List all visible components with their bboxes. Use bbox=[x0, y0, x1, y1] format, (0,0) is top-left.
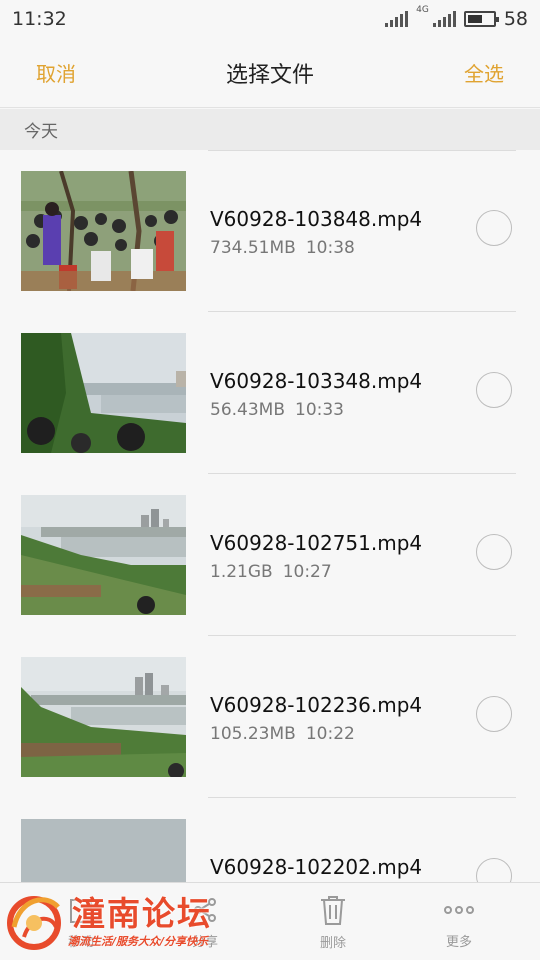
file-item[interactable]: V60928-103848.mp4 734.51MB 10:38 bbox=[0, 150, 540, 312]
file-name: V60928-102202.mp4 bbox=[210, 855, 423, 879]
page-title: 选择文件 bbox=[225, 62, 315, 88]
file-size: 56.43MB bbox=[210, 400, 285, 420]
cell-signal-icon bbox=[432, 11, 456, 27]
share-label: 分享 bbox=[191, 934, 218, 950]
battery-level bbox=[467, 15, 482, 23]
file-time: 10:38 bbox=[305, 238, 355, 258]
file-item[interactable]: V60928-102751.mp4 1.21GB 10:27 bbox=[0, 474, 540, 636]
share-icon bbox=[194, 897, 216, 922]
file-meta: 1.21GB 10:27 bbox=[210, 562, 332, 582]
bottom-toolbar: 移动 分享 删除 更多 bbox=[0, 882, 540, 960]
battery-percent: 58 bbox=[503, 8, 528, 30]
file-name: V60928-102236.mp4 bbox=[210, 693, 423, 717]
file-meta: 56.43MB 10:33 bbox=[210, 400, 344, 420]
move-label: 移动 bbox=[67, 934, 94, 950]
file-name: V60928-102751.mp4 bbox=[210, 531, 423, 555]
trash-icon bbox=[321, 895, 345, 925]
file-size: 734.51MB bbox=[210, 238, 296, 258]
section-header-today: 今天 bbox=[0, 109, 540, 150]
share-button[interactable]: 分享 bbox=[150, 883, 260, 960]
select-all-button[interactable]: 全选 bbox=[464, 58, 504, 87]
file-item[interactable]: V60928-102236.mp4 105.23MB 10:22 bbox=[0, 636, 540, 798]
cancel-button[interactable]: 取消 bbox=[36, 58, 76, 87]
more-label: 更多 bbox=[445, 934, 472, 950]
file-name: V60928-103348.mp4 bbox=[210, 369, 423, 393]
video-thumbnail bbox=[21, 171, 186, 291]
more-button[interactable]: 更多 bbox=[404, 883, 514, 960]
video-thumbnail bbox=[21, 495, 186, 615]
select-radio[interactable] bbox=[476, 372, 512, 408]
move-icon bbox=[70, 898, 92, 923]
select-radio[interactable] bbox=[476, 534, 512, 570]
video-thumbnail bbox=[21, 657, 186, 777]
select-radio[interactable] bbox=[476, 696, 512, 732]
video-thumbnail bbox=[21, 333, 186, 453]
status-indicators: 4G 58 bbox=[385, 5, 528, 30]
delete-button[interactable]: 删除 bbox=[278, 883, 388, 960]
battery-icon bbox=[463, 11, 499, 27]
network-type: 4G bbox=[416, 5, 429, 15]
file-time: 10:27 bbox=[282, 562, 332, 582]
status-time: 11:32 bbox=[12, 8, 67, 30]
file-meta: 734.51MB 10:38 bbox=[210, 238, 355, 258]
file-name: V60928-103848.mp4 bbox=[210, 207, 423, 231]
file-list: V60928-103848.mp4 734.51MB 10:38 V60928-1… bbox=[0, 150, 540, 960]
wifi-signal-icon bbox=[385, 11, 409, 27]
file-time: 10:22 bbox=[305, 724, 355, 744]
title-bar: 取消 选择文件 全选 bbox=[0, 38, 540, 108]
file-item[interactable]: V60928-103348.mp4 56.43MB 10:33 bbox=[0, 312, 540, 474]
status-bar: 11:32 4G 58 bbox=[0, 0, 540, 38]
delete-label: 删除 bbox=[319, 935, 346, 951]
file-size: 105.23MB bbox=[210, 724, 296, 744]
file-time: 10:33 bbox=[295, 400, 344, 420]
more-icon bbox=[444, 905, 474, 914]
file-meta: 105.23MB 10:22 bbox=[210, 724, 355, 744]
file-size: 1.21GB bbox=[210, 562, 273, 582]
move-button[interactable]: 移动 bbox=[26, 883, 136, 960]
select-radio[interactable] bbox=[476, 210, 512, 246]
